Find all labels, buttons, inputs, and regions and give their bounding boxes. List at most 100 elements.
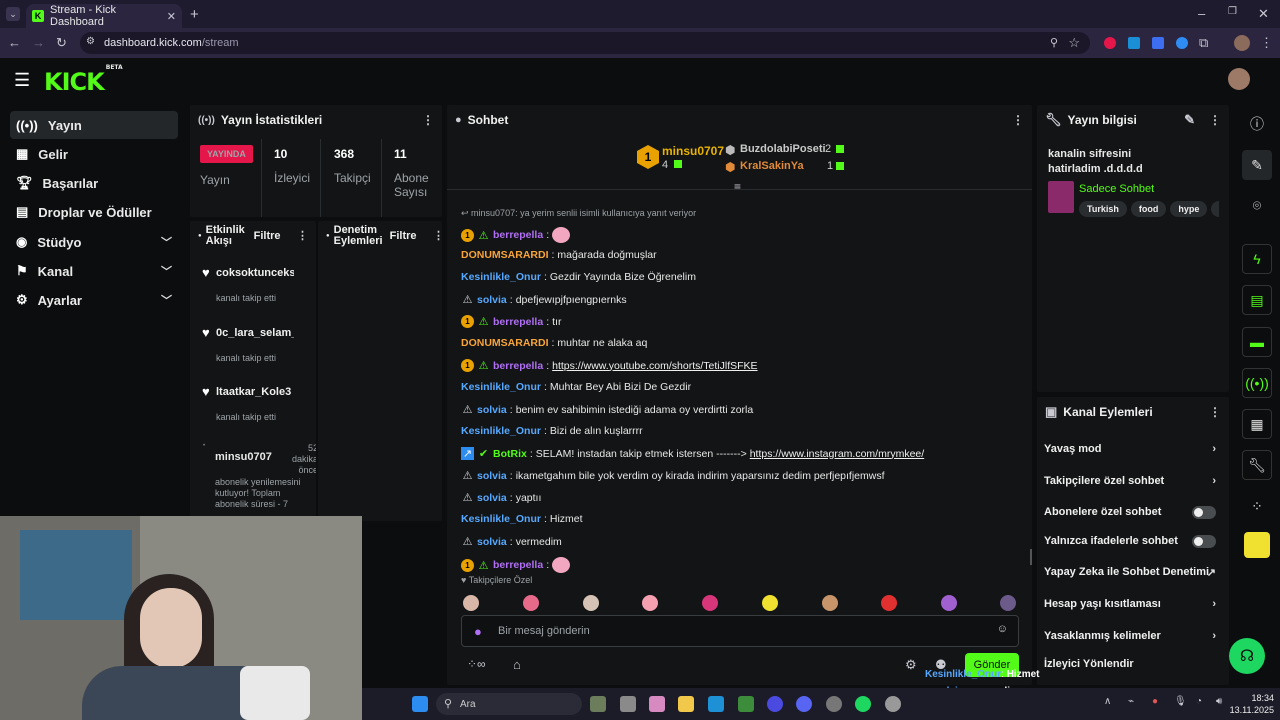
extension-icon[interactable]: [1104, 37, 1116, 49]
windows-start-icon[interactable]: [412, 696, 428, 712]
action-followers-only[interactable]: Takipçilere özel sohbet ›: [1044, 475, 1222, 487]
chat-settings-icon[interactable]: ⚙: [905, 657, 917, 673]
zoom-icon[interactable]: ⚲: [1050, 36, 1058, 49]
chat-username[interactable]: Kesinlikle_Onur: [461, 271, 541, 283]
microphone-icon[interactable]: 🎙︎: [1174, 696, 1187, 707]
edit-pencil-icon[interactable]: ✎: [1184, 112, 1195, 128]
emote[interactable]: [642, 595, 658, 611]
chat-text[interactable]: https://www.youtube.com/shorts/TetiJlfSF…: [552, 360, 757, 372]
minimize-icon[interactable]: –: [1198, 6, 1205, 21]
chat-username[interactable]: berrepella: [493, 316, 543, 328]
more-options-icon[interactable]: ⋮: [297, 230, 308, 242]
emote[interactable]: [583, 595, 599, 611]
extension-icon[interactable]: [1128, 37, 1140, 49]
scrollbar[interactable]: [1030, 549, 1032, 565]
emote[interactable]: [941, 595, 957, 611]
more-options-icon[interactable]: ⋮: [422, 113, 434, 127]
clock[interactable]: 18:34 13.11.2025: [1212, 692, 1274, 716]
broadcast-icon[interactable]: ((•)): [1242, 368, 1272, 398]
window-close-icon[interactable]: ✕: [1258, 6, 1269, 22]
emote[interactable]: [552, 227, 571, 243]
action-account-age[interactable]: Hesap yaşı kısıtlaması ›: [1044, 598, 1222, 610]
taskbar-app-icon[interactable]: [620, 696, 636, 712]
close-tab-icon[interactable]: ✕: [167, 10, 176, 23]
tray-chevron-icon[interactable]: ∧: [1104, 696, 1111, 707]
extensions-puzzle-icon[interactable]: ⧉: [1199, 35, 1208, 51]
tab-search-icon[interactable]: ⌄: [6, 7, 20, 21]
browser-tab[interactable]: K Stream - Kick Dashboard ✕: [26, 4, 182, 28]
sidebar-item-droplar[interactable]: ▤ Droplar ve Ödüller: [10, 198, 178, 226]
taskbar-app-icon[interactable]: [738, 696, 754, 712]
chat-link[interactable]: https://www.instagram.com/mrymkee/: [750, 448, 924, 460]
more-options-icon[interactable]: ⋮: [1209, 113, 1221, 127]
emote[interactable]: [1000, 595, 1016, 611]
reload-icon[interactable]: ↻: [56, 35, 67, 51]
filter-button[interactable]: Filtre: [390, 230, 417, 242]
chat-input[interactable]: ● Bir mesaj gönderin ☺: [461, 615, 1019, 647]
chat-username[interactable]: Kesinlikle_Onur: [461, 381, 541, 393]
document-icon[interactable]: ▤: [1242, 285, 1272, 315]
category-name[interactable]: Sadece Sohbet: [1079, 183, 1154, 195]
tray-icon[interactable]: ⌁: [1128, 696, 1134, 707]
layout-icon[interactable]: ▦: [1242, 409, 1272, 439]
chat-username[interactable]: solvia: [477, 404, 507, 416]
filter-button[interactable]: Filtre: [254, 230, 281, 242]
emote[interactable]: [881, 595, 897, 611]
extension-icon[interactable]: [1152, 37, 1164, 49]
sidebar-item-ayarlar[interactable]: ⚙ Ayarlar ﹀: [10, 286, 178, 314]
more-options-icon[interactable]: ⋮: [433, 230, 444, 242]
chrome-icon[interactable]: [767, 696, 783, 712]
emote[interactable]: [762, 595, 778, 611]
emote[interactable]: [523, 595, 539, 611]
chat-username[interactable]: Kesinlikle_Onur: [461, 513, 541, 525]
spotify-icon[interactable]: [855, 696, 871, 712]
sidebar-item-gelir[interactable]: ▦ Gelir: [10, 140, 178, 168]
points-infinity-icon[interactable]: ⁘∞: [467, 657, 486, 671]
chat-username[interactable]: berrepella: [493, 559, 543, 571]
taskbar-app-icon[interactable]: [826, 696, 842, 712]
camera-icon[interactable]: ⌾: [1242, 190, 1272, 220]
chat-username[interactable]: solvia: [477, 470, 507, 482]
sidebar-item-basarilar[interactable]: 🏆︎ Başarılar: [10, 169, 178, 197]
sidebar-item-yayin[interactable]: ((•)) Yayın: [10, 111, 178, 139]
extension-icon[interactable]: [1176, 37, 1188, 49]
lightning-icon[interactable]: ϟ: [1242, 244, 1272, 274]
action-ai-moderation[interactable]: Yapay Zeka ile Sohbet Denetimi ↗: [1044, 566, 1222, 579]
chat-username[interactable]: DONUMSARARDI: [461, 249, 549, 261]
chat-username[interactable]: BotRix: [493, 448, 527, 460]
headset-support-icon[interactable]: ☊: [1229, 638, 1265, 674]
taskbar-app-icon[interactable]: [590, 696, 606, 712]
chat-username[interactable]: solvia: [477, 492, 507, 504]
chat-username[interactable]: solvia: [477, 536, 507, 548]
dots-cluster-icon[interactable]: ⁘: [1242, 491, 1272, 521]
profile-avatar[interactable]: [1234, 35, 1250, 51]
edit-icon[interactable]: ✎: [1242, 150, 1272, 180]
microphone-icon[interactable]: ●: [474, 624, 482, 639]
chat-username[interactable]: DONUMSARARDI: [461, 337, 549, 349]
emote[interactable]: [552, 557, 571, 573]
info-icon[interactable]: ⓘ: [1242, 109, 1272, 139]
sticker-icon[interactable]: [1244, 532, 1270, 558]
chat-username[interactable]: solvia: [477, 294, 507, 306]
more-options-icon[interactable]: ⋮: [1209, 405, 1221, 419]
taskbar-search[interactable]: ⚲ Ara: [436, 693, 582, 715]
store-icon[interactable]: ⌂: [513, 657, 521, 672]
browser-menu-icon[interactable]: ⋮: [1260, 35, 1273, 51]
folder-icon[interactable]: [678, 696, 694, 712]
new-tab-icon[interactable]: +: [190, 6, 199, 23]
emote[interactable]: [702, 595, 718, 611]
emote[interactable]: [822, 595, 838, 611]
hamburger-menu-icon[interactable]: ☰: [14, 70, 30, 91]
sidebar-item-studyo[interactable]: ◉ Stüdyo ﹀: [10, 228, 178, 256]
drag-handle-icon[interactable]: ●: [198, 231, 202, 242]
site-info-icon[interactable]: ⚙: [86, 36, 95, 47]
url-field[interactable]: ⚙ dashboard.kick.com/stream ⚲ ☆: [80, 32, 1090, 54]
maximize-icon[interactable]: ❐: [1228, 6, 1237, 17]
collapse-leaderboard-icon[interactable]: ≡: [734, 180, 741, 194]
more-options-icon[interactable]: ⋮: [1012, 113, 1024, 127]
subscribers-only-toggle[interactable]: [1192, 505, 1216, 519]
edge-icon[interactable]: [708, 696, 724, 712]
chat-username[interactable]: berrepella: [493, 360, 543, 372]
chat-icon[interactable]: ▬: [1242, 327, 1272, 357]
taskbar-app-icon[interactable]: [649, 696, 665, 712]
